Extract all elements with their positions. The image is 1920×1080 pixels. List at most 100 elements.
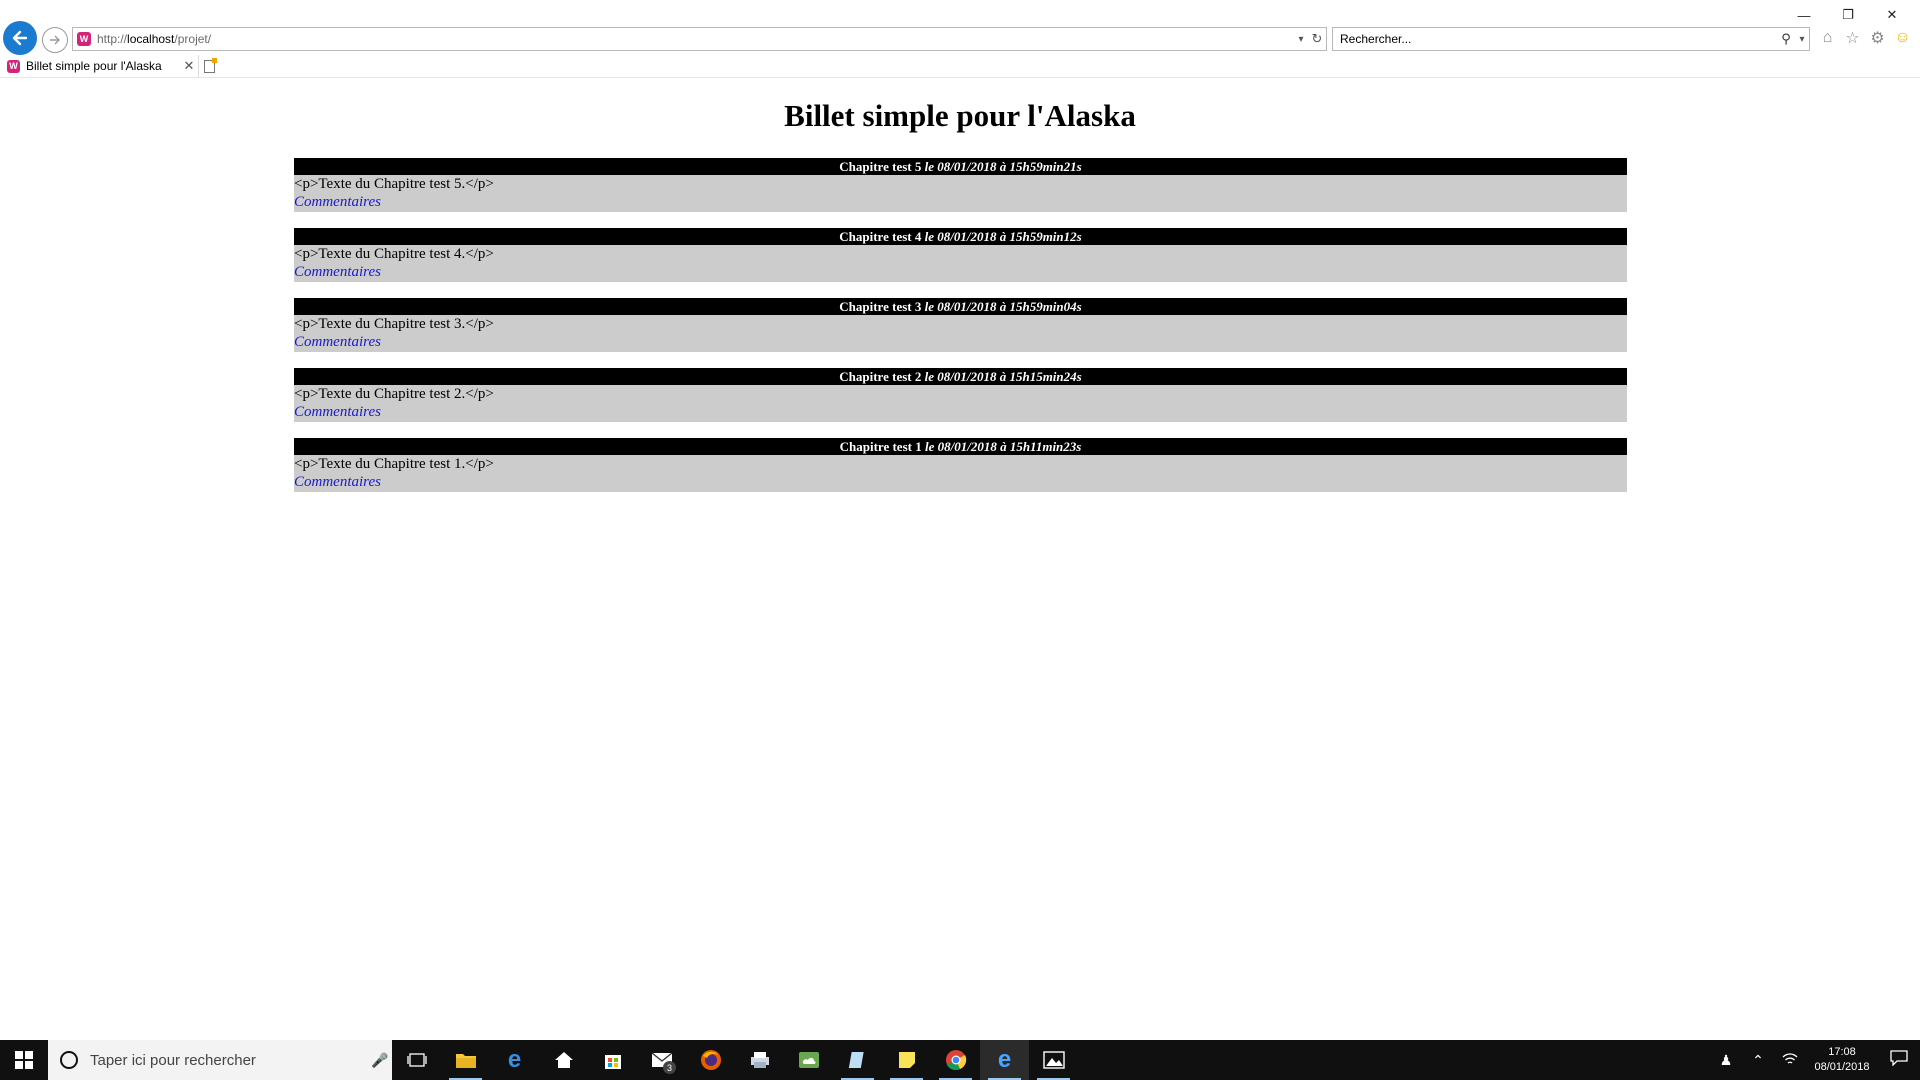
task-view-icon[interactable] <box>392 1040 441 1080</box>
post-item: Chapitre test 4 le 08/01/2018 à 15h59min… <box>294 228 1627 282</box>
arrow-right-icon <box>50 35 60 45</box>
post-date: le 08/01/2018 à 15h15min24s <box>924 369 1082 384</box>
store-icon[interactable] <box>588 1040 637 1080</box>
close-tab-icon[interactable]: ✕ <box>180 58 198 74</box>
tab-strip: W Billet simple pour l'Alaska ✕ <box>0 55 1920 77</box>
post-item: Chapitre test 3 le 08/01/2018 à 15h59min… <box>294 298 1627 352</box>
post-title: Chapitre test 5 <box>839 159 922 174</box>
home-app-icon[interactable] <box>539 1040 588 1080</box>
mail-badge: 3 <box>663 1061 676 1074</box>
post-header: Chapitre test 4 le 08/01/2018 à 15h59min… <box>294 228 1627 245</box>
post-text: <p>Texte du Chapitre test 3.</p> <box>294 316 494 332</box>
firefox-icon[interactable] <box>686 1040 735 1080</box>
address-dropdown-icon[interactable]: ▾ <box>1294 34 1308 45</box>
system-tray: ♟ ⌃ 17:08 08/01/2018 <box>1710 1040 1920 1080</box>
comments-link[interactable]: Commentaires <box>294 263 1627 281</box>
search-input[interactable]: Rechercher... <box>1333 32 1777 46</box>
microphone-icon[interactable]: 🎤 <box>368 1052 392 1069</box>
system-clock[interactable]: 17:08 08/01/2018 <box>1806 1045 1878 1075</box>
page-title: Billet simple pour l'Alaska <box>784 98 1136 133</box>
page-content: Billet simple pour l'Alaska Chapitre tes… <box>0 78 1920 1038</box>
post-title: Chapitre test 4 <box>839 229 922 244</box>
clock-time: 17:08 <box>1828 1046 1856 1058</box>
url-host: localhost <box>127 32 175 46</box>
forward-button[interactable] <box>42 27 68 53</box>
comments-link[interactable]: Commentaires <box>294 193 1627 211</box>
file-explorer-icon[interactable] <box>441 1040 490 1080</box>
favorites-star-icon[interactable]: ☆ <box>1843 28 1862 47</box>
photos-app-icon[interactable] <box>1029 1040 1078 1080</box>
comments-link[interactable]: Commentaires <box>294 403 1627 421</box>
search-icon[interactable]: ⚲ <box>1777 31 1795 47</box>
arrow-left-icon <box>12 30 28 46</box>
tab-title: Billet simple pour l'Alaska <box>26 59 162 73</box>
taskbar-search[interactable]: Taper ici pour rechercher 🎤 <box>48 1040 392 1080</box>
search-bar[interactable]: Rechercher... ⚲ ▾ <box>1332 27 1810 51</box>
post-item: Chapitre test 5 le 08/01/2018 à 15h59min… <box>294 158 1627 212</box>
post-text: <p>Texte du Chapitre test 4.</p> <box>294 246 494 262</box>
taskbar-search-input[interactable]: Taper ici pour rechercher <box>90 1052 368 1069</box>
cloud-app-icon[interactable] <box>784 1040 833 1080</box>
post-body: <p>Texte du Chapitre test 1.</p> Comment… <box>294 455 1627 492</box>
cortana-icon <box>60 1051 78 1069</box>
post-list: Chapitre test 5 le 08/01/2018 à 15h59min… <box>294 158 1627 508</box>
gear-icon[interactable]: ⚙ <box>1868 28 1887 47</box>
edge-browser-icon[interactable]: e <box>490 1040 539 1080</box>
taskbar: Taper ici pour rechercher 🎤 e 3 e ♟ ⌃ 17… <box>0 1040 1920 1080</box>
post-header: Chapitre test 5 le 08/01/2018 à 15h59min… <box>294 158 1627 175</box>
mail-icon[interactable]: 3 <box>637 1040 686 1080</box>
post-text: <p>Texte du Chapitre test 5.</p> <box>294 176 494 192</box>
new-tab-button[interactable] <box>198 55 220 77</box>
refresh-icon[interactable]: ↻ <box>1308 31 1326 47</box>
back-button[interactable] <box>3 21 37 55</box>
post-date: le 08/01/2018 à 15h11min23s <box>924 439 1082 454</box>
feedback-smiley-icon[interactable]: ☺ <box>1893 28 1912 47</box>
close-window-button[interactable]: ✕ <box>1870 2 1914 28</box>
site-favicon-icon: W <box>77 32 91 46</box>
notifications-icon[interactable] <box>1878 1050 1920 1070</box>
new-tab-icon <box>204 57 217 73</box>
search-dropdown-icon[interactable]: ▾ <box>1795 34 1809 45</box>
tab-favicon-icon: W <box>7 59 20 73</box>
printer-app-icon[interactable] <box>735 1040 784 1080</box>
post-text: <p>Texte du Chapitre test 2.</p> <box>294 386 494 402</box>
wifi-icon[interactable] <box>1774 1052 1806 1069</box>
browser-chrome: — ❐ ✕ W http://localhost/projet/ ▾ ↻ Rec… <box>0 0 1920 78</box>
post-date: le 08/01/2018 à 15h59min21s <box>924 159 1082 174</box>
restore-button[interactable]: ❐ <box>1826 2 1870 28</box>
post-header: Chapitre test 1 le 08/01/2018 à 15h11min… <box>294 438 1627 455</box>
post-header: Chapitre test 2 le 08/01/2018 à 15h15min… <box>294 368 1627 385</box>
start-button[interactable] <box>0 1040 48 1080</box>
minimize-button[interactable]: — <box>1782 2 1826 28</box>
toolbar-icons: ⌂ ☆ ⚙ ☺ <box>1818 28 1912 47</box>
post-item: Chapitre test 2 le 08/01/2018 à 15h15min… <box>294 368 1627 422</box>
clock-date: 08/01/2018 <box>1814 1061 1870 1073</box>
post-date: le 08/01/2018 à 15h59min04s <box>924 299 1082 314</box>
chevron-up-icon[interactable]: ⌃ <box>1742 1052 1774 1069</box>
url-field[interactable]: http://localhost/projet/ <box>97 32 1294 46</box>
post-body: <p>Texte du Chapitre test 2.</p> Comment… <box>294 385 1627 422</box>
url-path: /projet/ <box>174 32 212 46</box>
post-body: <p>Texte du Chapitre test 5.</p> Comment… <box>294 175 1627 212</box>
address-bar[interactable]: W http://localhost/projet/ ▾ ↻ <box>72 27 1327 51</box>
post-title: Chapitre test 1 <box>839 439 922 454</box>
home-icon[interactable]: ⌂ <box>1818 28 1837 47</box>
internet-explorer-icon[interactable]: e <box>980 1040 1029 1080</box>
tab-active[interactable]: W Billet simple pour l'Alaska ✕ <box>0 55 198 77</box>
url-scheme: http:// <box>97 32 128 46</box>
post-body: <p>Texte du Chapitre test 3.</p> Comment… <box>294 315 1627 352</box>
post-item: Chapitre test 1 le 08/01/2018 à 15h11min… <box>294 438 1627 492</box>
sticky-notes-icon[interactable] <box>882 1040 931 1080</box>
post-text: <p>Texte du Chapitre test 1.</p> <box>294 456 494 472</box>
comments-link[interactable]: Commentaires <box>294 473 1627 491</box>
post-body: <p>Texte du Chapitre test 4.</p> Comment… <box>294 245 1627 282</box>
post-date: le 08/01/2018 à 15h59min12s <box>924 229 1082 244</box>
chrome-icon[interactable] <box>931 1040 980 1080</box>
people-icon[interactable]: ♟ <box>1710 1052 1742 1069</box>
notepad-app-icon[interactable] <box>833 1040 882 1080</box>
windows-logo-icon <box>15 1051 33 1069</box>
post-title: Chapitre test 3 <box>839 299 922 314</box>
post-header: Chapitre test 3 le 08/01/2018 à 15h59min… <box>294 298 1627 315</box>
comments-link[interactable]: Commentaires <box>294 333 1627 351</box>
post-title: Chapitre test 2 <box>839 369 922 384</box>
